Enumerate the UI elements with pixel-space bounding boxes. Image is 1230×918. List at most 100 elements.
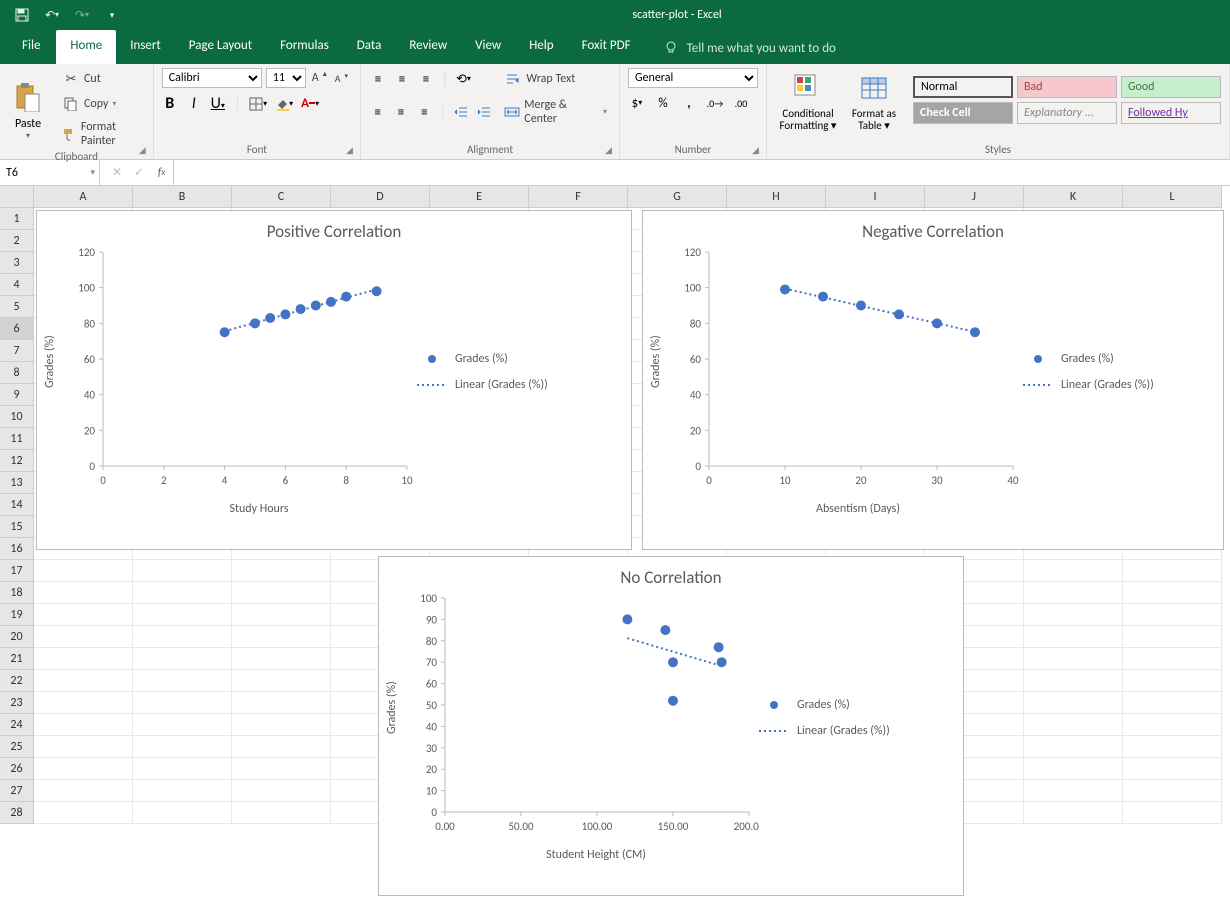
fill-color-button[interactable]: ▾ — [275, 95, 293, 113]
tab-file[interactable]: File — [6, 30, 56, 64]
tab-help[interactable]: Help — [515, 30, 567, 64]
cell[interactable] — [34, 736, 133, 758]
number-launcher[interactable]: ◢ — [752, 145, 764, 157]
format-painter-button[interactable]: Format Painter — [58, 118, 145, 150]
column-header[interactable]: J — [925, 186, 1024, 208]
cell[interactable] — [1024, 604, 1123, 626]
cell[interactable] — [133, 736, 232, 758]
cell[interactable] — [1123, 560, 1222, 582]
orientation-button[interactable]: ⟲▾ — [454, 70, 472, 88]
cell[interactable] — [1024, 670, 1123, 692]
cell[interactable] — [34, 758, 133, 780]
tab-insert[interactable]: Insert — [116, 30, 175, 64]
column-header[interactable]: L — [1123, 186, 1222, 208]
comma-button[interactable]: , — [680, 94, 698, 112]
row-header[interactable]: 15 — [0, 516, 34, 538]
cell[interactable] — [1123, 582, 1222, 604]
customize-qa-button[interactable]: ▾ — [100, 4, 124, 26]
row-header[interactable]: 1 — [0, 208, 34, 230]
row-header[interactable]: 7 — [0, 340, 34, 362]
cell[interactable] — [232, 714, 331, 736]
cell[interactable] — [1024, 714, 1123, 736]
tab-view[interactable]: View — [461, 30, 515, 64]
cell[interactable] — [133, 780, 232, 802]
align-center-button[interactable]: ≡ — [392, 103, 409, 121]
row-header[interactable]: 9 — [0, 384, 34, 406]
row-header[interactable]: 28 — [0, 802, 34, 824]
cell[interactable] — [1123, 802, 1222, 824]
tell-me[interactable]: Tell me what you want to do — [645, 30, 836, 64]
row-header[interactable]: 18 — [0, 582, 34, 604]
row-header[interactable]: 23 — [0, 692, 34, 714]
align-left-button[interactable]: ≡ — [369, 103, 386, 121]
decrease-font-button[interactable]: A▾ — [333, 72, 350, 85]
align-top-button[interactable]: ≡ — [369, 70, 387, 88]
cell[interactable] — [1024, 802, 1123, 824]
style-followed[interactable]: Followed Hy — [1121, 102, 1221, 124]
row-header[interactable]: 2 — [0, 230, 34, 252]
row-header[interactable]: 22 — [0, 670, 34, 692]
paste-button[interactable]: Paste ▾ — [8, 77, 48, 141]
row-header[interactable]: 13 — [0, 472, 34, 494]
row-header[interactable]: 12 — [0, 450, 34, 472]
column-header[interactable]: C — [232, 186, 331, 208]
select-all-corner[interactable] — [0, 186, 34, 208]
column-header[interactable]: E — [430, 186, 529, 208]
currency-button[interactable]: $▾ — [628, 94, 646, 112]
align-right-button[interactable]: ≡ — [416, 103, 433, 121]
row-header[interactable]: 11 — [0, 428, 34, 450]
wrap-text-button[interactable]: Wrap Text — [500, 68, 579, 90]
cell[interactable] — [34, 626, 133, 648]
column-header[interactable]: F — [529, 186, 628, 208]
cell[interactable] — [34, 560, 133, 582]
align-bottom-button[interactable]: ≡ — [417, 70, 435, 88]
cell[interactable] — [1024, 780, 1123, 802]
cell[interactable] — [133, 670, 232, 692]
style-check-cell[interactable]: Check Cell — [913, 102, 1013, 124]
cell[interactable] — [232, 648, 331, 670]
formula-input[interactable] — [174, 160, 1230, 185]
row-header[interactable]: 3 — [0, 252, 34, 274]
increase-indent-button[interactable] — [476, 103, 493, 121]
cell[interactable] — [1123, 714, 1222, 736]
column-header[interactable]: K — [1024, 186, 1123, 208]
tab-review[interactable]: Review — [395, 30, 461, 64]
row-header[interactable]: 19 — [0, 604, 34, 626]
decrease-indent-button[interactable] — [452, 103, 469, 121]
row-header[interactable]: 6 — [0, 318, 34, 340]
row-header[interactable]: 26 — [0, 758, 34, 780]
conditional-formatting-button[interactable]: Conditional Formatting ▾ — [775, 68, 841, 132]
cell[interactable] — [1024, 626, 1123, 648]
cell[interactable] — [1123, 758, 1222, 780]
column-header[interactable]: H — [727, 186, 826, 208]
font-color-button[interactable]: A▾ — [301, 95, 319, 113]
row-header[interactable]: 10 — [0, 406, 34, 428]
cell[interactable] — [232, 582, 331, 604]
merge-center-button[interactable]: Merge & Center▾ — [499, 96, 611, 128]
column-header[interactable]: B — [133, 186, 232, 208]
chart-no-correlation[interactable]: No Correlation Grades (%) 01020304050607… — [378, 556, 964, 896]
redo-button[interactable]: ↷▾ — [70, 4, 94, 26]
tab-data[interactable]: Data — [343, 30, 396, 64]
cell[interactable] — [133, 648, 232, 670]
row-header[interactable]: 17 — [0, 560, 34, 582]
style-explanatory[interactable]: Explanatory ... — [1017, 102, 1117, 124]
cell[interactable] — [232, 604, 331, 626]
chart-negative-correlation[interactable]: Negative Correlation Grades (%) 02040608… — [642, 210, 1224, 550]
underline-button[interactable]: U▾ — [210, 94, 226, 113]
cell[interactable] — [1123, 648, 1222, 670]
style-normal[interactable]: Normal — [913, 76, 1013, 98]
row-header[interactable]: 21 — [0, 648, 34, 670]
cell[interactable] — [232, 802, 331, 824]
tab-foxit[interactable]: Foxit PDF — [568, 30, 645, 64]
cell[interactable] — [34, 604, 133, 626]
cell[interactable] — [133, 692, 232, 714]
style-good[interactable]: Good — [1121, 76, 1221, 98]
font-name-select[interactable]: Calibri — [162, 68, 262, 88]
row-header[interactable]: 5 — [0, 296, 34, 318]
tab-home[interactable]: Home — [56, 30, 116, 64]
cell[interactable] — [133, 604, 232, 626]
cell[interactable] — [1123, 780, 1222, 802]
cell[interactable] — [1024, 736, 1123, 758]
row-header[interactable]: 24 — [0, 714, 34, 736]
